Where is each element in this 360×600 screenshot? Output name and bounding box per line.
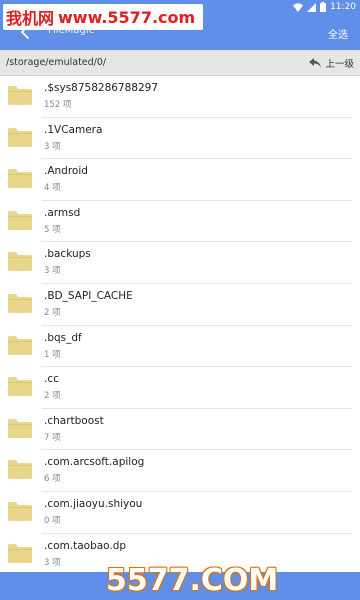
wifi-icon [293,2,304,12]
file-name: .chartboost [44,414,104,427]
list-item[interactable]: .Android 4 项 [0,159,360,201]
file-list: .$sys8758286788297 152 项 .1VCamera 3 项 .… [0,76,360,575]
folder-icon [8,293,32,313]
item-count: 2 项 [44,391,61,402]
file-name: .Android [44,165,88,178]
path-bar: /storage/emulated/0/ 上一级 [0,50,360,76]
folder-icon [8,377,32,397]
item-count: 2 项 [44,307,61,318]
current-path: /storage/emulated/0/ [6,57,107,68]
list-item[interactable]: .backups 3 项 [0,242,360,284]
folder-icon [8,543,32,563]
watermark-brand: 我机网 [6,9,55,28]
file-name: .com.jiaoyu.shiyou [44,497,143,510]
up-level-arrow-icon [309,58,322,68]
folder-icon [8,335,32,355]
status-icons: 11:20 [293,0,356,14]
file-name: .com.taobao.dp [44,539,127,552]
item-count: 3 项 [44,141,61,152]
status-time: 11:20 [330,2,356,12]
file-name: .com.arcsoft.apilog [44,456,145,469]
up-one-level-button[interactable]: 上一级 [308,55,354,71]
watermark-bottom: 5577.COM [106,563,279,598]
file-name: .cc [44,373,59,386]
item-count: 3 项 [44,557,61,568]
list-item[interactable]: .$sys8758286788297 152 项 [0,76,360,118]
list-item[interactable]: .1VCamera 3 项 [0,118,360,160]
item-count: 5 项 [44,224,61,235]
file-name: .backups [44,248,91,261]
file-name: .armsd [44,206,81,219]
folder-icon [8,252,32,272]
watermark-banner-top: 我机网 www.5577.com [3,4,203,30]
file-name: .1VCamera [44,123,103,136]
item-count: 152 项 [44,100,72,110]
list-item[interactable]: .BD_SAPI_CACHE 2 项 [0,284,360,326]
list-item[interactable]: .com.arcsoft.apilog 6 项 [0,450,360,492]
folder-icon [8,169,32,189]
list-item[interactable]: .armsd 5 项 [0,201,360,243]
up-level-label: 上一级 [325,59,354,70]
item-count: 7 项 [44,432,61,443]
item-count: 0 项 [44,515,61,526]
item-count: 3 项 [44,266,61,277]
list-item[interactable]: .cc 2 项 [0,367,360,409]
folder-icon [8,460,32,480]
file-name: .bqs_df [44,331,82,344]
item-count: 1 项 [44,349,61,360]
list-item[interactable]: .chartboost 7 项 [0,409,360,451]
watermark-url: www.5577.com [58,7,196,27]
battery-icon [320,2,327,12]
list-item[interactable]: .bqs_df 1 项 [0,326,360,368]
file-name: .BD_SAPI_CACHE [44,289,133,302]
item-count: 4 项 [44,183,61,194]
folder-icon [8,418,32,438]
signal-icon [307,2,317,12]
list-item[interactable]: .com.jiaoyu.shiyou 0 项 [0,492,360,534]
folder-icon [8,501,32,521]
folder-icon [8,210,32,230]
item-count: 6 项 [44,474,61,485]
folder-icon [8,86,32,105]
file-name: .$sys8758286788297 [44,82,159,94]
select-all-button[interactable]: 全选 [328,26,348,41]
folder-icon [8,127,32,147]
